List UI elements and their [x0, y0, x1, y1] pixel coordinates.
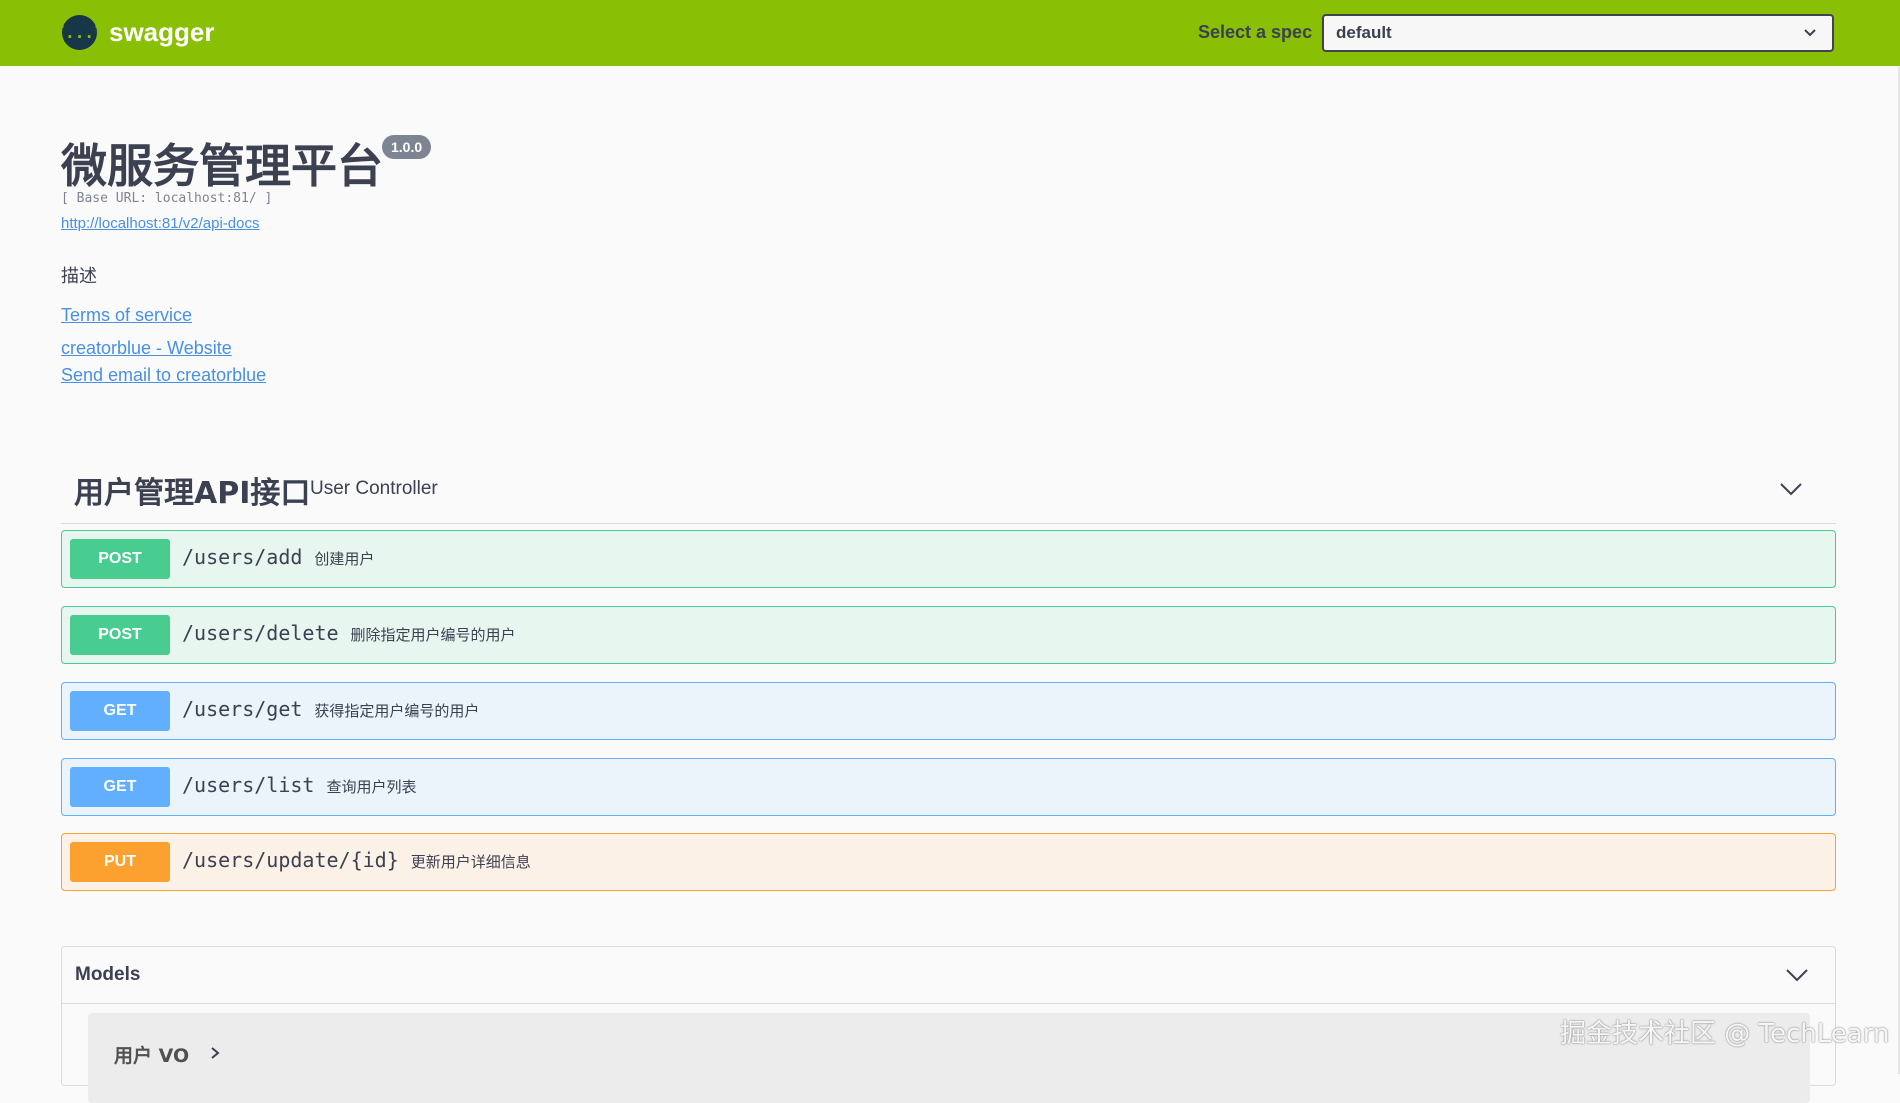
models-header[interactable]: Models: [62, 947, 1835, 1004]
model-name: 用户 VO: [114, 1045, 190, 1067]
operation-path: /users/get: [182, 697, 303, 721]
models-title: Models: [75, 964, 141, 985]
operation-path: /users/delete: [182, 621, 339, 645]
operation-summary: 获得指定用户编号的用户: [314, 702, 480, 720]
chevron-right-icon[interactable]: [208, 1045, 222, 1061]
method-badge: POST: [70, 615, 170, 655]
model-item[interactable]: 用户 VO: [88, 1013, 1810, 1103]
email-link[interactable]: Send email to creatorblue: [61, 365, 266, 386]
tag-name: 用户管理API接口: [74, 476, 311, 511]
swagger-logo-icon: {...}: [55, 15, 104, 50]
spec-select-value: default: [1336, 23, 1392, 42]
swagger-logo[interactable]: {...} swagger: [55, 15, 215, 50]
operation-get-users-list[interactable]: GET /users/list 查询用户列表: [61, 758, 1836, 816]
operation-summary: 删除指定用户编号的用户: [350, 626, 516, 644]
chevron-down-icon[interactable]: [1778, 476, 1804, 502]
page-title: 微服务管理平台: [61, 139, 383, 193]
spec-select-label: Select a spec: [1198, 22, 1313, 42]
watermark: 掘金技术社区 @ TechLearn: [1560, 1019, 1890, 1049]
operation-post-users-delete[interactable]: POST /users/delete 删除指定用户编号的用户: [61, 606, 1836, 664]
tag-section-header[interactable]: 用户管理API接口 User Controller: [61, 462, 1836, 524]
spec-select[interactable]: default: [1322, 14, 1834, 52]
logo-text: swagger: [109, 17, 215, 47]
method-badge: POST: [70, 539, 170, 579]
api-docs-link[interactable]: http://localhost:81/v2/api-docs: [61, 215, 259, 232]
chevron-down-icon: [1804, 29, 1816, 37]
operation-put-users-update[interactable]: PUT /users/update/{id} 更新用户详细信息: [61, 833, 1836, 891]
topbar: {...} swagger Select a spec default: [0, 0, 1900, 66]
api-description: 描述: [61, 266, 97, 287]
operation-path: /users/add: [182, 545, 303, 569]
method-badge: GET: [70, 691, 170, 731]
base-url: [ Base URL: localhost:81/ ]: [61, 191, 273, 206]
method-badge: PUT: [70, 842, 170, 882]
operation-summary: 更新用户详细信息: [410, 853, 531, 871]
operation-path: /users/list: [182, 773, 315, 797]
operation-post-users-add[interactable]: POST /users/add 创建用户: [61, 530, 1836, 588]
operation-get-users-get[interactable]: GET /users/get 获得指定用户编号的用户: [61, 682, 1836, 740]
operation-summary: 查询用户列表: [326, 778, 417, 796]
chevron-down-icon[interactable]: [1785, 963, 1809, 987]
method-badge: GET: [70, 767, 170, 807]
operation-path: /users/update/{id}: [182, 848, 399, 872]
version-badge: 1.0.0: [382, 135, 432, 159]
website-link[interactable]: creatorblue - Website: [61, 338, 232, 359]
terms-of-service-link[interactable]: Terms of service: [61, 305, 192, 326]
operation-summary: 创建用户: [314, 550, 375, 568]
tag-description: User Controller: [310, 478, 438, 499]
